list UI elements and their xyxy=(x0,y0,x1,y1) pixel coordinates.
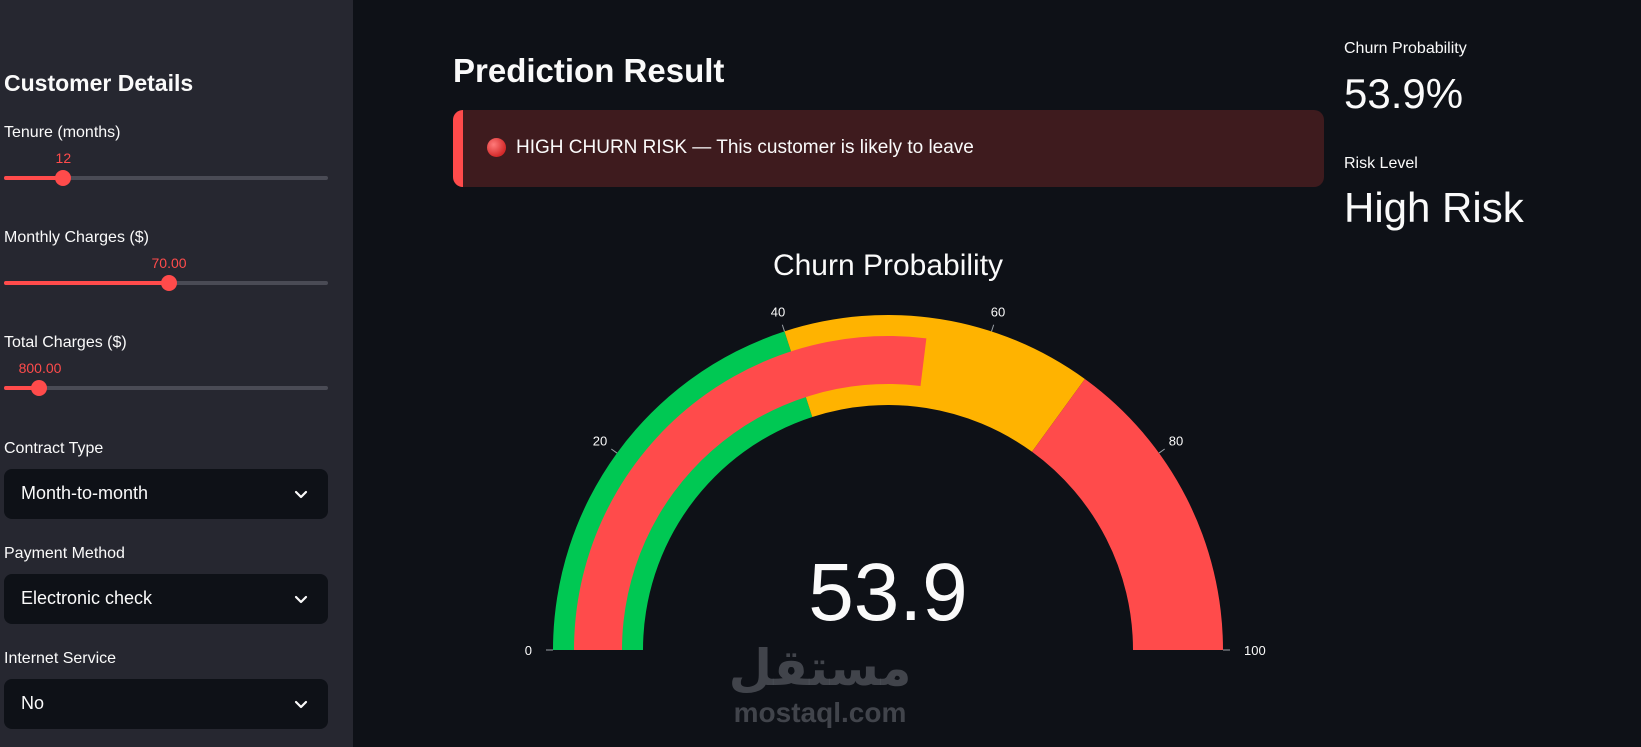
sidebar-title: Customer Details xyxy=(4,70,194,96)
internet-service-value: No xyxy=(21,693,45,713)
page-title: Prediction Result xyxy=(453,52,725,89)
total-charges-label: Total Charges ($) xyxy=(4,334,127,351)
gauge-tick-label-20: 20 xyxy=(593,434,607,449)
tenure-label: Tenure (months) xyxy=(4,124,121,141)
chevron-down-icon xyxy=(294,490,308,499)
gauge-tick-label-100: 100 xyxy=(1244,643,1266,658)
chevron-down-icon xyxy=(294,595,308,604)
monthly-charges-label: Monthly Charges ($) xyxy=(4,229,149,246)
alert-accent-bar xyxy=(453,110,463,187)
metric-label-risk-level: Risk Level xyxy=(1344,155,1418,172)
gauge-title: Churn Probability xyxy=(773,249,1003,282)
slider-fill xyxy=(4,281,170,285)
total-charges-value: 800.00 xyxy=(18,360,62,376)
metric-value-churn-probability: 53.9% xyxy=(1344,70,1464,117)
sidebar: Customer Details Tenure (months) 12 Mont… xyxy=(0,0,353,747)
total-charges-slider[interactable]: 800.00 xyxy=(4,360,328,400)
gauge-step-2 xyxy=(1032,378,1223,650)
metric-value-risk-level: High Risk xyxy=(1344,184,1524,231)
metric-label-churn-probability: Churn Probability xyxy=(1344,40,1467,57)
payment-method-value: Electronic check xyxy=(21,588,153,608)
slider-track[interactable] xyxy=(4,386,328,390)
contract-type-value: Month-to-month xyxy=(21,483,149,503)
gauge-tick-80 xyxy=(1158,448,1165,454)
watermark-arabic: مستقل xyxy=(729,640,912,697)
slider-thumb[interactable] xyxy=(55,170,72,186)
red-circle-icon xyxy=(487,138,506,157)
gauge-tick-label-80: 80 xyxy=(1169,434,1183,449)
payment-method-select[interactable]: Electronic check xyxy=(4,574,328,624)
mostaql-watermark: مستقل mostaql.com xyxy=(729,640,912,728)
slider-thumb[interactable] xyxy=(31,380,48,396)
gauge-value: 53.9 xyxy=(808,547,968,638)
gauge-tick-label-60: 60 xyxy=(991,304,1005,319)
tenure-slider[interactable]: 12 xyxy=(4,150,328,190)
gauge-tick-40 xyxy=(781,324,785,332)
contract-type-select[interactable]: Month-to-month xyxy=(4,469,328,519)
alert-message: HIGH CHURN RISK — This customer is likel… xyxy=(516,137,974,158)
watermark-latin: mostaql.com xyxy=(734,697,907,728)
payment-method-label: Payment Method xyxy=(4,545,125,562)
gauge-tick-20 xyxy=(611,448,618,454)
slider-thumb[interactable] xyxy=(161,275,178,291)
gauge-tick-label-0: 0 xyxy=(525,643,532,658)
churn-alert: HIGH CHURN RISK — This customer is likel… xyxy=(453,110,1324,187)
monthly-charges-value: 70.00 xyxy=(151,255,187,271)
chevron-down-icon xyxy=(294,700,308,709)
gauge-tick-60 xyxy=(991,324,995,332)
internet-service-select[interactable]: No xyxy=(4,679,328,729)
contract-type-label: Contract Type xyxy=(4,440,104,457)
churn-gauge-chart: Churn Probability 0 20 40 60 80 100 53.9 xyxy=(525,249,1266,658)
monthly-charges-slider[interactable]: 70.00 xyxy=(4,255,328,295)
tenure-value: 12 xyxy=(55,150,72,166)
internet-service-label: Internet Service xyxy=(4,650,117,667)
gauge-tick-label-40: 40 xyxy=(771,304,785,319)
